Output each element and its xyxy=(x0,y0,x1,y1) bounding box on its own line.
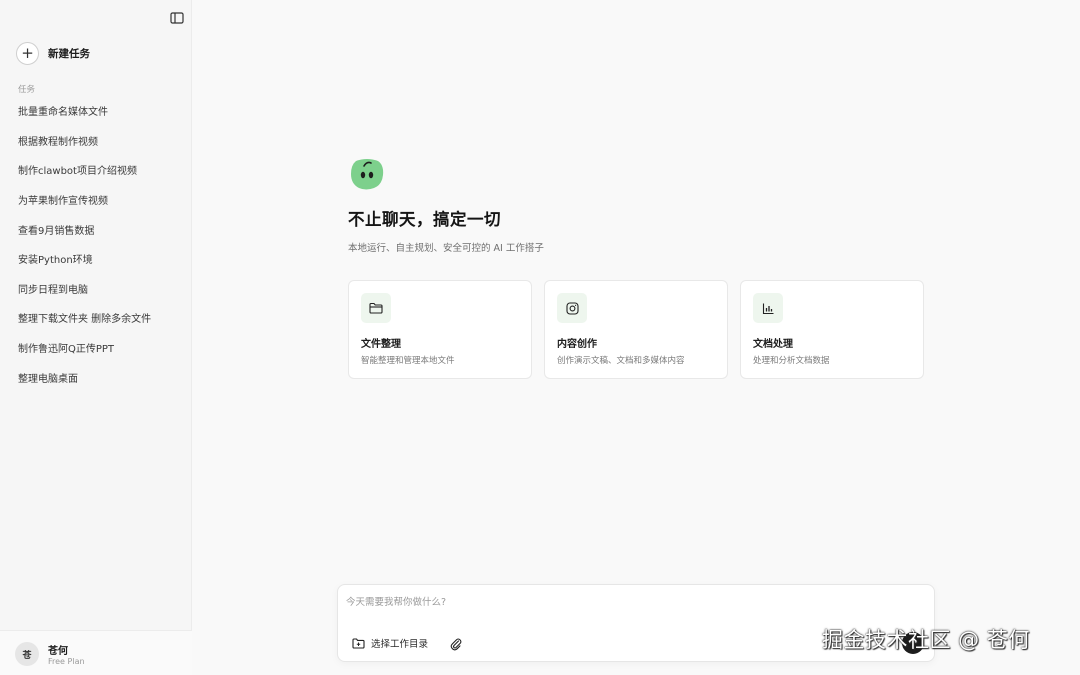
task-item[interactable]: 制作clawbot项目介绍视频 xyxy=(0,155,192,185)
card-file-organize[interactable]: 文件整理 智能整理和管理本地文件 xyxy=(348,280,532,379)
sidebar: + 新建任务 任务 批量重命名媒体文件 根据教程制作视频 制作clawbot项目… xyxy=(0,0,192,675)
user-name: 苍何 xyxy=(48,646,68,657)
attach-icon[interactable] xyxy=(450,636,464,651)
tasks-section-label: 任务 xyxy=(18,85,36,95)
bar-chart-icon xyxy=(753,293,783,323)
card-title: 文档处理 xyxy=(753,339,793,350)
card-content-creation[interactable]: 内容创作 创作演示文稿、文档和多媒体内容 xyxy=(544,280,728,379)
folder-icon xyxy=(361,293,391,323)
welcome-hero: 不止聊天，搞定一切 本地运行、自主规划、安全可控的 AI 工作搭子 xyxy=(348,155,928,254)
card-description: 创作演示文稿、文档和多媒体内容 xyxy=(557,356,685,366)
card-document-processing[interactable]: 文档处理 处理和分析文档数据 xyxy=(740,280,924,379)
app-logo-icon xyxy=(348,155,386,193)
task-list: 批量重命名媒体文件 根据教程制作视频 制作clawbot项目介绍视频 为苹果制作… xyxy=(0,96,192,392)
plus-icon: + xyxy=(16,41,39,65)
user-profile[interactable]: 苍 苍何 Free Plan xyxy=(0,630,192,675)
card-title: 文件整理 xyxy=(361,339,401,350)
task-item[interactable]: 查看9月销售数据 xyxy=(0,214,192,244)
folder-plus-icon xyxy=(352,637,365,649)
page-subtitle: 本地运行、自主规划、安全可控的 AI 工作搭子 xyxy=(348,243,544,254)
card-description: 处理和分析文档数据 xyxy=(753,356,830,366)
task-item[interactable]: 为苹果制作宣传视频 xyxy=(0,185,192,215)
avatar: 苍 xyxy=(15,642,39,666)
task-item[interactable]: 制作鲁迅阿Q正传PPT xyxy=(0,333,192,363)
card-title: 内容创作 xyxy=(557,339,597,350)
user-plan: Free Plan xyxy=(48,657,85,666)
quick-action-cards: 文件整理 智能整理和管理本地文件 内容创作 创作演示文稿、文档和多媒体内容 文档… xyxy=(348,280,924,379)
sidebar-toggle-icon[interactable] xyxy=(170,9,184,24)
watermark: 掘金技术社区 @ 苍何 xyxy=(822,628,1030,652)
new-task-label: 新建任务 xyxy=(48,47,90,60)
instagram-icon xyxy=(557,293,587,323)
task-item[interactable]: 安装Python环境 xyxy=(0,244,192,274)
prompt-input[interactable] xyxy=(346,593,926,611)
select-directory-button[interactable]: 选择工作目录 xyxy=(352,636,428,650)
task-item[interactable]: 批量重命名媒体文件 xyxy=(0,96,192,126)
card-description: 智能整理和管理本地文件 xyxy=(361,356,455,366)
new-task-button[interactable]: + 新建任务 xyxy=(16,41,90,65)
select-directory-label: 选择工作目录 xyxy=(371,639,429,650)
task-item[interactable]: 整理下载文件夹 删除多余文件 xyxy=(0,303,192,333)
task-item[interactable]: 根据教程制作视频 xyxy=(0,126,192,156)
page-title: 不止聊天，搞定一切 xyxy=(348,210,501,229)
task-item[interactable]: 同步日程到电脑 xyxy=(0,274,192,304)
task-item[interactable]: 整理电脑桌面 xyxy=(0,362,192,392)
